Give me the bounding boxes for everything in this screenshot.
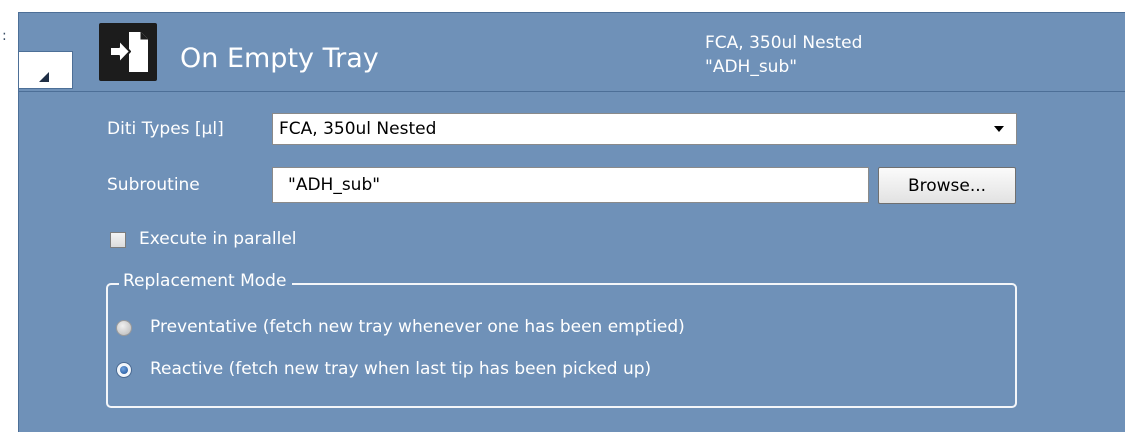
on-empty-tray-panel: On Empty Tray FCA, 350ul Nested "ADH_sub… [18,12,1125,432]
reactive-label[interactable]: Reactive (fetch new tray when last tip h… [150,359,651,379]
execute-parallel-checkbox[interactable] [110,232,126,248]
diti-types-selected-value: FCA, 350ul Nested [279,119,437,139]
tray-swap-icon [99,23,157,81]
diti-types-select[interactable]: FCA, 350ul Nested [272,113,1017,145]
replacement-mode-legend: Replacement Mode [119,271,293,291]
panel-header[interactable]: On Empty Tray FCA, 350ul Nested "ADH_sub… [19,13,1125,92]
summary-diti-type: FCA, 350ul Nested [705,33,863,53]
browse-button[interactable]: Browse... [878,167,1016,204]
panel-title: On Empty Tray [180,43,379,74]
preventative-label[interactable]: Preventative (fetch new tray whenever on… [150,317,685,337]
preventative-radio[interactable] [116,320,132,336]
execute-parallel-label[interactable]: Execute in parallel [139,229,297,249]
diti-types-label: Diti Types [µl] [107,119,224,139]
summary-subroutine: "ADH_sub" [705,57,798,77]
collapse-toggle[interactable] [19,51,73,89]
radio-selected-dot [120,366,128,374]
subroutine-input[interactable] [272,167,869,203]
window-edge-marker: : [2,28,7,44]
reactive-radio[interactable] [116,362,132,378]
header-summary: FCA, 350ul Nested "ADH_sub" [705,31,862,79]
collapse-triangle-icon [39,72,49,82]
dropdown-arrow-icon [994,126,1004,132]
subroutine-label: Subroutine [107,175,200,195]
replacement-mode-group [106,283,1017,408]
